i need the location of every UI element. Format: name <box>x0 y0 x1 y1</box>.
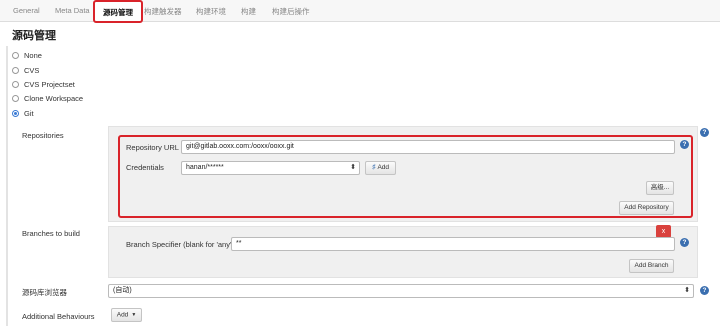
add-behaviour-button[interactable]: Add ▼ <box>111 308 142 322</box>
add-behaviour-label: Add <box>116 311 129 319</box>
repository-url-label: Repository URL <box>126 143 179 152</box>
radio-option-none[interactable]: None <box>12 51 42 60</box>
additional-behaviours-label: Additional Behaviours <box>22 312 95 321</box>
repository-url-input[interactable]: git@gitlab.ooxx.com:/ooxx/ooxx.git <box>181 140 675 154</box>
section-title: 源码管理 <box>12 30 56 42</box>
help-icon[interactable]: ? <box>680 238 689 247</box>
repo-browser-label: 源码库浏览器 <box>22 288 67 297</box>
repositories-label: Repositories <box>22 131 64 140</box>
credentials-label: Credentials <box>126 163 164 172</box>
tab-general[interactable]: General <box>13 6 40 15</box>
tab-bar: General Meta Data 源码管理 构建触发器 构建环境 构建 构建后… <box>0 0 720 23</box>
radio-button[interactable] <box>12 81 19 88</box>
radio-label: CVS Projectset <box>24 80 75 89</box>
tab-scm[interactable]: 源码管理 <box>93 0 143 23</box>
advanced-button[interactable]: 高级... <box>646 181 674 195</box>
caret-down-icon: ▼ <box>131 312 137 318</box>
add-credentials-label: Add <box>377 164 390 171</box>
radio-button[interactable] <box>12 67 19 74</box>
branches-label: Branches to build <box>22 229 80 238</box>
tab-build-triggers[interactable]: 构建触发器 <box>144 6 182 17</box>
tab-meta-data[interactable]: Meta Data <box>55 6 90 15</box>
radio-label: Clone Workspace <box>24 94 84 103</box>
tab-build[interactable]: 构建 <box>241 6 256 17</box>
radio-label: CVS <box>24 66 40 75</box>
help-icon[interactable]: ? <box>700 128 709 137</box>
help-icon[interactable]: ? <box>700 286 709 295</box>
radio-option-cvs[interactable]: CVS <box>12 66 39 75</box>
credentials-select[interactable]: hanan/****** <box>181 161 360 175</box>
radio-option-cvs-projectset[interactable]: CVS Projectset <box>12 80 75 89</box>
tab-build-environment[interactable]: 构建环境 <box>196 6 226 17</box>
tab-post-build[interactable]: 构建后操作 <box>272 6 310 17</box>
add-repository-button[interactable]: Add Repository <box>619 201 674 215</box>
radio-label: None <box>24 51 42 60</box>
key-icon: ♯ <box>371 164 376 171</box>
radio-button[interactable] <box>12 52 19 59</box>
add-credentials-button[interactable]: ♯ Add <box>365 161 396 175</box>
branch-specifier-label: Branch Specifier (blank for 'any') <box>126 240 234 249</box>
radio-label: Git <box>24 109 34 118</box>
branches-panel <box>108 226 698 278</box>
repo-browser-select[interactable]: (自动) <box>108 284 694 298</box>
add-branch-button[interactable]: Add Branch <box>629 259 674 273</box>
radio-button-checked[interactable] <box>12 110 19 117</box>
radio-button[interactable] <box>12 95 19 102</box>
section-divider <box>6 46 8 326</box>
radio-option-git[interactable]: Git <box>12 109 34 118</box>
branch-specifier-input[interactable]: ** <box>231 237 675 251</box>
radio-option-clone-workspace[interactable]: Clone Workspace <box>12 94 83 103</box>
help-icon[interactable]: ? <box>680 140 689 149</box>
